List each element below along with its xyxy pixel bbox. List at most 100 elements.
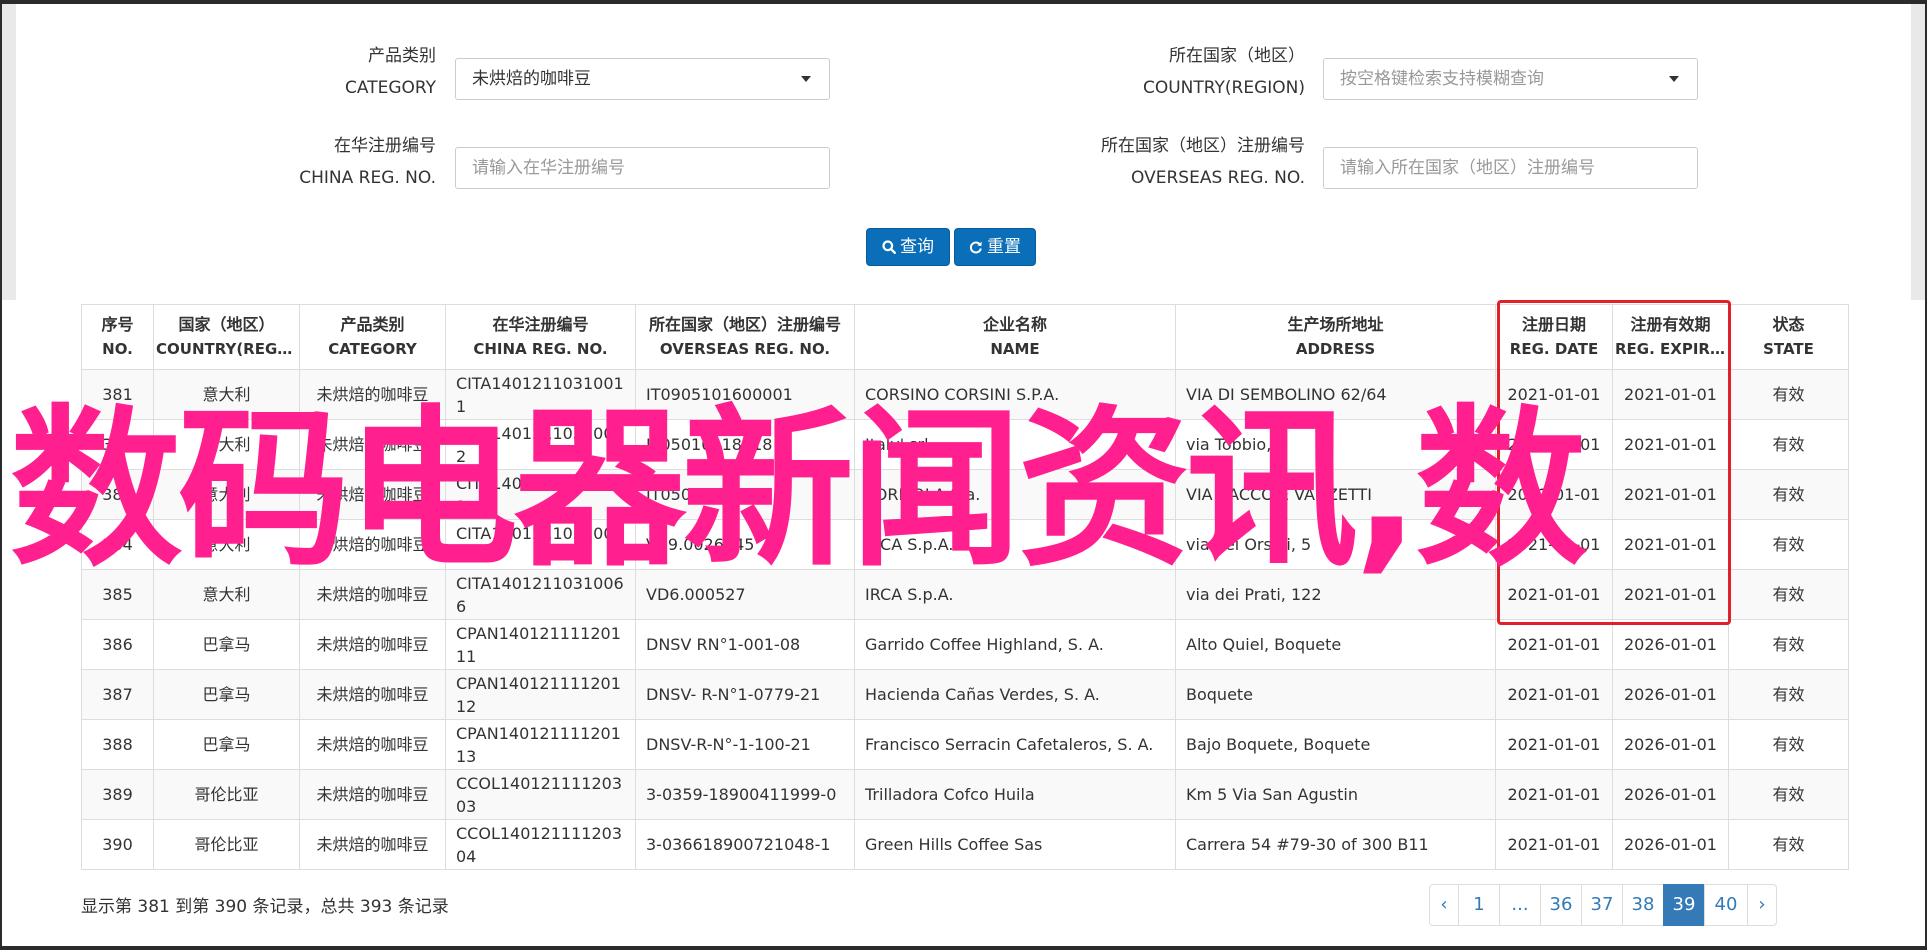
table-cell: 未烘焙的咖啡豆 (299, 419, 446, 470)
country-select-placeholder: 按空格键检索支持模糊查询 (1340, 69, 1544, 89)
table-cell: 384 (81, 519, 154, 570)
table-cell: 390 (81, 819, 154, 870)
table-row[interactable]: 381 意大利 未烘焙的咖啡豆 CITA14012110310011 IT0905101… (81, 369, 1849, 420)
table-cell: 有效 (1728, 619, 1849, 670)
table-cell: Green Hills Coffee Sas (854, 819, 1176, 870)
table-cell: 2021-01-01 (1612, 519, 1729, 570)
pagination: ‹ 1... 36 37 38 39 40 › (1429, 884, 1777, 926)
table-cell: CITA14012110310066 (445, 569, 636, 620)
country-label-en: COUNTRY(REGION) (1142, 78, 1305, 98)
table-cell: 未烘焙的咖啡豆 (299, 469, 446, 520)
table-cell: CITA14012110310022 (445, 419, 636, 470)
column-header-en: NO. (102, 340, 133, 358)
right-scrollbar-track[interactable] (1911, 4, 1925, 300)
column-header: 所在国家（地区）注册编号 OVERSEAS REG. NO. (635, 304, 855, 370)
category-select[interactable]: 未烘焙的咖啡豆 (455, 58, 830, 100)
category-select-value: 未烘焙的咖啡豆 (472, 69, 591, 89)
category-label-cn: 产品类别 (368, 46, 436, 66)
table-cell: 389 (81, 769, 154, 820)
table-cell: VIA DI SEMBOLINO 62/64 (1175, 369, 1496, 420)
table-cell: CCOL14012111120304 (445, 819, 636, 870)
table-cell: CPAN14012111120113 (445, 719, 636, 770)
search-button-label: 查询 (900, 237, 934, 257)
table-cell: 未烘焙的咖啡豆 (299, 819, 446, 870)
column-header: 序号 NO. (81, 304, 154, 370)
table-cell: Francisco Serracin Cafetaleros, S. A. (854, 719, 1176, 770)
table-row[interactable]: 382 意大利 未烘焙的咖啡豆 CITA14012110310022 IT0501011… (81, 419, 1849, 470)
column-header-cn: 生产场所地址 (1287, 315, 1384, 334)
table-cell: 2021-01-01 (1612, 369, 1729, 420)
search-button[interactable]: 查询 (866, 228, 950, 266)
overseas-reg-label-cn: 所在国家（地区）注册编号 (1101, 136, 1305, 156)
country-label-cn: 所在国家（地区） (1169, 46, 1305, 66)
table-row[interactable]: 388 巴拿马 未烘焙的咖啡豆 CPAN14012111120113 DNSV-R-N°… (81, 719, 1849, 770)
table-row[interactable]: 384 意大利 未烘焙的咖啡豆 CITA14012110310044 VB9.00269… (81, 519, 1849, 570)
column-header-en: STATE (1763, 340, 1814, 358)
column-header-en: REG. EXPIRE … (1615, 340, 1726, 358)
column-header-cn: 注册日期 (1521, 315, 1586, 334)
table-header-row: 序号 NO. 国家（地区） COUNTRY(REGIO… 产品类别 CATEGORY 在华注… (81, 304, 1849, 370)
pagination-page[interactable]: 39 (1663, 884, 1705, 926)
country-label: 所在国家（地区） COUNTRY(REGION) (1080, 40, 1305, 104)
table-row[interactable]: 390 哥伦比亚 未烘焙的咖啡豆 CCOL14012111120304 3-036618… (81, 819, 1849, 870)
column-header-cn: 在华注册编号 (492, 315, 589, 334)
pagination-page[interactable]: 40 (1704, 884, 1748, 926)
table-cell: Italy' srl (854, 419, 1176, 470)
table-cell: 未烘焙的咖啡豆 (299, 769, 446, 820)
table-cell: via dei Orsini, 5 (1175, 519, 1496, 570)
table-cell: 未烘焙的咖啡豆 (299, 669, 446, 720)
column-header: 产品类别 CATEGORY (299, 304, 446, 370)
category-label: 产品类别 CATEGORY (280, 40, 436, 104)
column-header: 注册日期 REG. DATE (1495, 304, 1613, 370)
pagination-page[interactable]: 38 (1622, 884, 1664, 926)
table-cell: 385 (81, 569, 154, 620)
pagination-next[interactable]: › (1747, 884, 1777, 926)
china-reg-label-en: CHINA REG. NO. (299, 168, 436, 188)
pagination-prev[interactable]: ‹ (1429, 884, 1459, 926)
table-cell: 2021-01-01 (1495, 369, 1613, 420)
table-cell: Boquete (1175, 669, 1496, 720)
table-cell: 巴拿马 (153, 719, 300, 770)
table-cell: VIA SACCO E VANZETTI (1175, 469, 1496, 520)
overseas-reg-placeholder: 请输入所在国家（地区）注册编号 (1340, 158, 1595, 178)
column-header: 状态 STATE (1728, 304, 1849, 370)
table-row[interactable]: 389 哥伦比亚 未烘焙的咖啡豆 CCOL14012111120303 3-0359-1… (81, 769, 1849, 820)
table-cell: 2021-01-01 (1612, 469, 1729, 520)
table-cell: 意大利 (153, 419, 300, 470)
table-cell: 2026-01-01 (1612, 669, 1729, 720)
table-row[interactable]: 387 巴拿马 未烘焙的咖啡豆 CPAN14012111120112 DNSV- R-N… (81, 669, 1849, 720)
table-cell: VB9.0026945 (635, 519, 855, 570)
overseas-reg-input[interactable]: 请输入所在国家（地区）注册编号 (1323, 147, 1698, 189)
table-cell: via Tobbio, 1 (1175, 419, 1496, 470)
table-cell: 383 (81, 469, 154, 520)
pagination-page[interactable]: 1 (1458, 884, 1500, 926)
table-row[interactable]: 383 意大利 未烘焙的咖啡豆 CITA14012110310033 IT05019/2… (81, 469, 1849, 520)
column-header-en: ADDRESS (1295, 340, 1376, 358)
column-header: 注册有效期 REG. EXPIRE … (1612, 304, 1729, 370)
table-cell: Trilladora Cofco Huila (854, 769, 1176, 820)
column-header-cn: 企业名称 (982, 315, 1047, 334)
reset-button[interactable]: 重置 (954, 228, 1036, 266)
table-cell: 2021-01-01 (1495, 469, 1613, 520)
table-cell: 未烘焙的咖啡豆 (299, 519, 446, 570)
table-cell: 2021-01-01 (1495, 669, 1613, 720)
table-cell: 意大利 (153, 569, 300, 620)
column-header-en: NAME (990, 340, 1040, 358)
country-select[interactable]: 按空格键检索支持模糊查询 (1323, 58, 1698, 100)
table-cell: IT05010118718 (635, 419, 855, 470)
table-cell: 2021-01-01 (1495, 619, 1613, 670)
table-row[interactable]: 386 巴拿马 未烘焙的咖啡豆 CPAN14012111120111 DNSV RN°1… (81, 619, 1849, 670)
table-cell: 巴拿马 (153, 669, 300, 720)
table-cell: 意大利 (153, 469, 300, 520)
column-header-cn: 序号 (101, 315, 134, 334)
table-cell: 有效 (1728, 769, 1849, 820)
table-body: 381 意大利 未烘焙的咖啡豆 CITA14012110310011 IT0905101… (81, 369, 1849, 870)
pagination-page[interactable]: 37 (1581, 884, 1623, 926)
pagination-page[interactable]: 36 (1540, 884, 1582, 926)
china-reg-input[interactable]: 请输入在华注册编号 (455, 147, 830, 189)
table-cell: 哥伦比亚 (153, 819, 300, 870)
table-cell: Carrera 54 #79-30 of 300 B11 (1175, 819, 1496, 870)
table-row[interactable]: 385 意大利 未烘焙的咖啡豆 CITA14012110310066 VD6.00052… (81, 569, 1849, 620)
table-cell: CCOL14012111120303 (445, 769, 636, 820)
search-icon (882, 240, 897, 255)
